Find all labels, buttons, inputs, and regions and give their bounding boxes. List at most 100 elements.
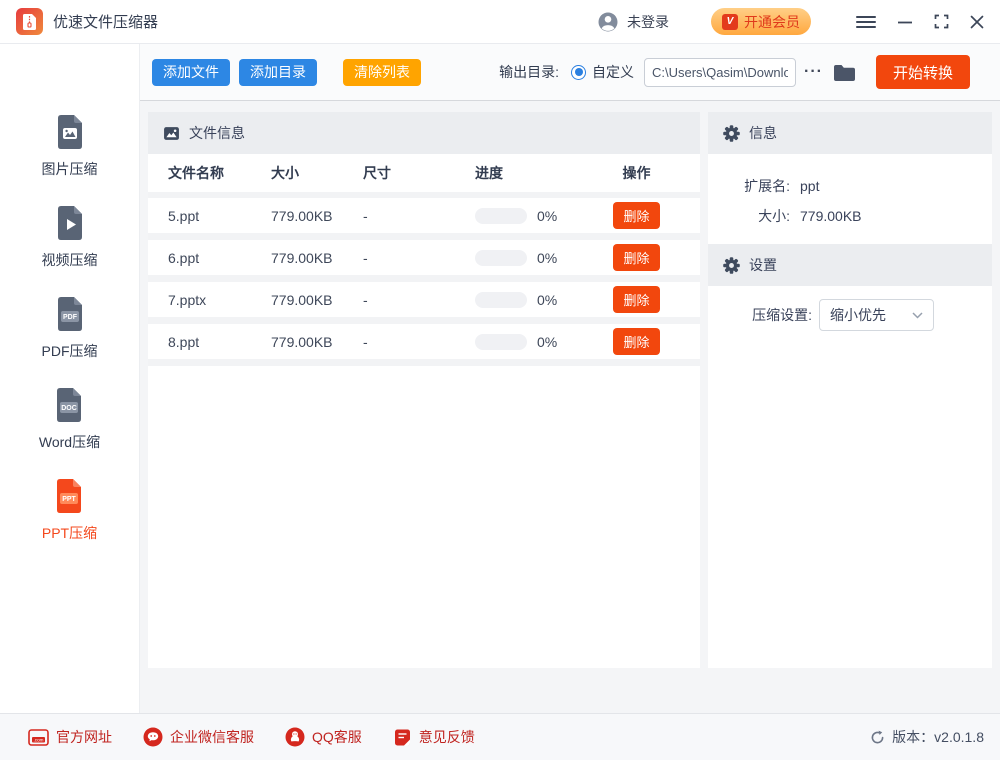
- progress-percent: 0%: [537, 334, 557, 350]
- open-vip-button[interactable]: V 开通会员: [711, 8, 811, 35]
- chevron-down-icon: [912, 312, 923, 319]
- app-title: 优速文件压缩器: [53, 11, 158, 32]
- doc-file-icon: DOC: [47, 383, 91, 427]
- right-panel: 信息 扩展名: ppt 大小: 779.00KB: [708, 112, 992, 668]
- info-field: 扩展名: ppt: [708, 171, 992, 201]
- start-convert-button[interactable]: 开始转换: [876, 55, 970, 89]
- progress-percent: 0%: [537, 250, 557, 266]
- main-area: 添加文件 添加目录 清除列表 输出目录: 自定义 ··· 开始转换: [140, 44, 1000, 713]
- wechat-support-link[interactable]: 企业微信客服: [143, 727, 254, 747]
- radio-dot: [575, 68, 583, 76]
- website-icon: .com: [28, 729, 49, 746]
- file-dimensions: -: [363, 292, 475, 308]
- zip-document-glyph: [22, 13, 37, 31]
- footer-link-label: 官方网址: [56, 727, 112, 747]
- app-logo-icon: [16, 8, 43, 35]
- vip-icon: V: [722, 14, 738, 30]
- size-label: 大小:: [708, 206, 790, 226]
- compression-setting-value: 缩小优先: [830, 305, 886, 325]
- delete-button[interactable]: 删除: [613, 286, 659, 313]
- table-row: 7.pptx 779.00KB - 0% 删除: [148, 282, 700, 324]
- official-website-link[interactable]: .com 官方网址: [28, 727, 112, 747]
- image-file-icon: [48, 110, 92, 154]
- qq-support-link[interactable]: QQ客服: [285, 727, 362, 747]
- file-dimensions: -: [363, 208, 475, 224]
- close-button[interactable]: [970, 15, 984, 29]
- sidebar-item-word-compress[interactable]: DOC Word压缩: [39, 383, 100, 452]
- wechat-icon: [143, 727, 163, 747]
- custom-radio[interactable]: [571, 65, 586, 80]
- sidebar-item-video-compress[interactable]: 视频压缩: [42, 201, 98, 270]
- file-name: 6.ppt: [168, 250, 271, 266]
- progress-percent: 0%: [537, 292, 557, 308]
- toolbar: 添加文件 添加目录 清除列表 输出目录: 自定义 ··· 开始转换: [140, 44, 1000, 101]
- settings-body: 压缩设置: 缩小优先: [708, 286, 992, 331]
- file-dimensions: -: [363, 250, 475, 266]
- sidebar-item-pdf-compress[interactable]: PDF PDF压缩: [42, 292, 98, 361]
- file-size: 779.00KB: [271, 250, 363, 266]
- maximize-button[interactable]: [934, 14, 949, 29]
- login-status[interactable]: 未登录: [627, 12, 669, 32]
- file-size: 779.00KB: [271, 208, 363, 224]
- menu-button[interactable]: [856, 15, 876, 29]
- feedback-icon: [393, 728, 412, 747]
- app-window: 优速文件压缩器 未登录 V 开通会员: [0, 0, 1000, 760]
- svg-text:PDF: PDF: [63, 314, 78, 321]
- vip-button-label: 开通会员: [744, 12, 800, 32]
- sidebar-item-label: 图片压缩: [42, 159, 98, 179]
- footer-link-label: 意见反馈: [419, 727, 475, 747]
- extension-value: ppt: [800, 178, 819, 194]
- compression-setting-select[interactable]: 缩小优先: [819, 299, 934, 331]
- sidebar-item-label: PPT压缩: [42, 523, 97, 543]
- compression-setting-label: 压缩设置:: [708, 305, 812, 325]
- file-name: 8.ppt: [168, 334, 271, 350]
- sidebar-item-image-compress[interactable]: 图片压缩: [42, 110, 98, 179]
- file-dimensions: -: [363, 334, 475, 350]
- add-file-button[interactable]: 添加文件: [152, 59, 230, 86]
- add-directory-button[interactable]: 添加目录: [239, 59, 317, 86]
- sidebar-item-ppt-compress[interactable]: PPT PPT压缩: [42, 474, 97, 543]
- sidebar-item-label: PDF压缩: [42, 341, 98, 361]
- refresh-icon: [870, 730, 885, 745]
- output-dir-label: 输出目录:: [499, 62, 559, 82]
- open-folder-button[interactable]: [833, 63, 856, 82]
- file-panel-header: 文件信息: [148, 112, 700, 154]
- file-panel-title: 文件信息: [189, 123, 245, 143]
- content-area: 文件信息 文件名称 大小 尺寸 进度 操作 5.ppt 779.00KB - 0…: [140, 101, 1000, 713]
- table-row: 5.ppt 779.00KB - 0% 删除: [148, 198, 700, 240]
- minimize-button[interactable]: [897, 15, 913, 29]
- delete-button[interactable]: 删除: [613, 202, 659, 229]
- feedback-link[interactable]: 意见反馈: [393, 727, 475, 747]
- progress-bar: [475, 334, 527, 350]
- delete-button[interactable]: 删除: [613, 244, 659, 271]
- sidebar-item-label: Word压缩: [39, 432, 100, 452]
- version-info: 版本：v2.0.1.8: [870, 727, 984, 747]
- pdf-file-icon: PDF: [48, 292, 92, 336]
- sidebar-item-label: 视频压缩: [42, 250, 98, 270]
- file-size: 779.00KB: [271, 292, 363, 308]
- folder-icon: [833, 63, 856, 82]
- extension-label: 扩展名:: [708, 176, 790, 196]
- output-path-input[interactable]: [644, 58, 796, 87]
- browse-more-button[interactable]: ···: [804, 63, 823, 81]
- minimize-icon: [897, 15, 913, 29]
- progress-bar: [475, 208, 527, 224]
- file-name: 5.ppt: [168, 208, 271, 224]
- size-value: 779.00KB: [800, 208, 862, 224]
- column-size: 大小: [271, 163, 363, 183]
- settings-panel-header: 设置: [708, 244, 992, 286]
- column-dimensions: 尺寸: [363, 163, 475, 183]
- svg-text:.com: .com: [34, 737, 44, 742]
- user-avatar-icon[interactable]: [597, 11, 619, 33]
- table-row: 8.ppt 779.00KB - 0% 删除: [148, 324, 700, 366]
- version-label: 版本：: [892, 729, 934, 745]
- column-file-name: 文件名称: [168, 163, 271, 183]
- delete-button[interactable]: 删除: [613, 328, 659, 355]
- info-body: 扩展名: ppt 大小: 779.00KB: [708, 154, 992, 244]
- table-row: 6.ppt 779.00KB - 0% 删除: [148, 240, 700, 282]
- clear-list-button[interactable]: 清除列表: [343, 59, 421, 86]
- column-action: 操作: [593, 163, 680, 183]
- info-panel-title: 信息: [749, 123, 777, 143]
- info-panel-header: 信息: [708, 112, 992, 154]
- file-info-panel: 文件信息 文件名称 大小 尺寸 进度 操作 5.ppt 779.00KB - 0…: [148, 112, 700, 668]
